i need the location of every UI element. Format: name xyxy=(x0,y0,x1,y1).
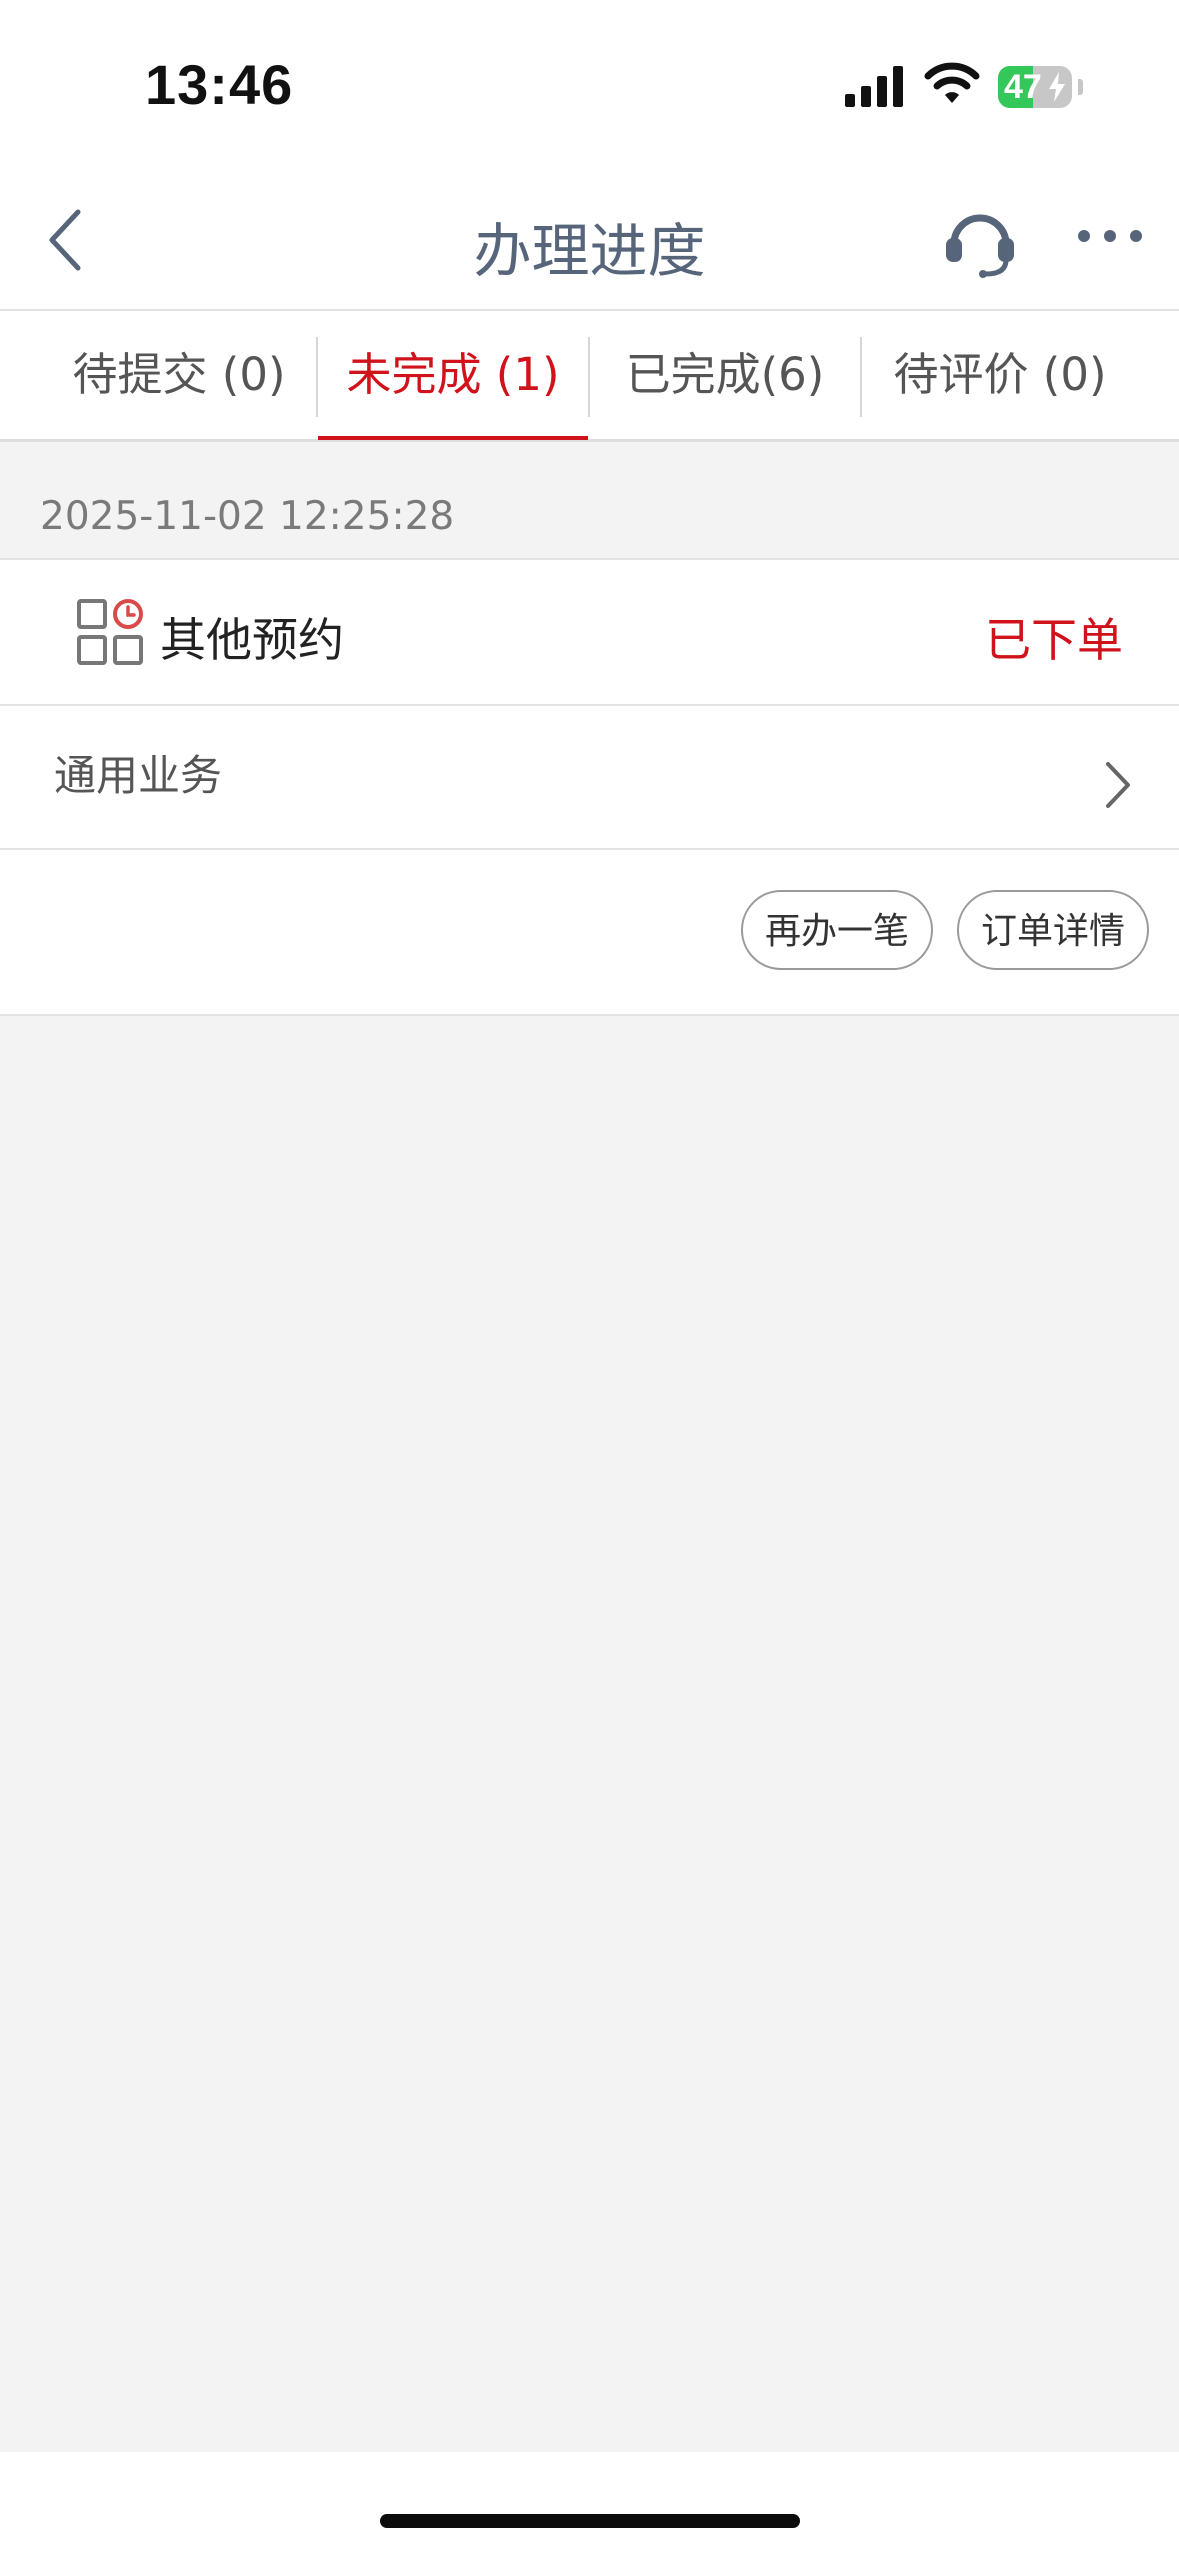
order-card: 其他预约 已下单 通用业务 再办一笔 订单详情 xyxy=(0,558,1179,1016)
headset-icon[interactable] xyxy=(938,200,1022,280)
tab-incomplete[interactable]: 未完成 (1) xyxy=(318,311,588,439)
bottom-area xyxy=(0,2452,1179,2556)
status-time: 13:46 xyxy=(145,53,294,116)
battery-level: 47 xyxy=(1004,68,1042,106)
status-bar: 13:46 47 xyxy=(0,0,1179,170)
battery-charging-icon: 47 xyxy=(998,66,1072,108)
more-icon[interactable] xyxy=(1074,216,1146,256)
status-badge: 已下单 xyxy=(985,613,1123,667)
order-actions: 再办一笔 订单详情 xyxy=(0,850,1179,1014)
wifi-icon xyxy=(924,62,980,103)
redo-order-button[interactable]: 再办一笔 xyxy=(741,890,933,970)
active-tab-indicator xyxy=(318,436,588,440)
order-header: 其他预约 已下单 xyxy=(0,560,1179,706)
tab-completed[interactable]: 已完成(6) xyxy=(590,311,860,439)
tab-bar: 待提交 (0) 未完成 (1) 已完成(6) 待评价 (0) xyxy=(0,311,1179,442)
business-type: 通用业务 xyxy=(54,751,223,800)
nav-bar: 办理进度 xyxy=(0,170,1179,311)
appointment-grid-icon xyxy=(77,599,143,665)
home-indicator xyxy=(380,2514,800,2528)
order-row[interactable]: 通用业务 xyxy=(0,706,1179,850)
service-name: 其他预约 xyxy=(160,613,344,667)
tab-pending-submit[interactable]: 待提交 (0) xyxy=(40,311,318,439)
bolt-icon xyxy=(1049,72,1065,102)
tab-pending-review[interactable]: 待评价 (0) xyxy=(862,311,1138,439)
signal-icon xyxy=(845,66,903,107)
battery-cap xyxy=(1078,79,1083,95)
order-details-button[interactable]: 订单详情 xyxy=(957,890,1149,970)
chevron-right-icon xyxy=(1106,762,1130,808)
order-date: 2025-11-02 12:25:28 xyxy=(40,494,455,539)
